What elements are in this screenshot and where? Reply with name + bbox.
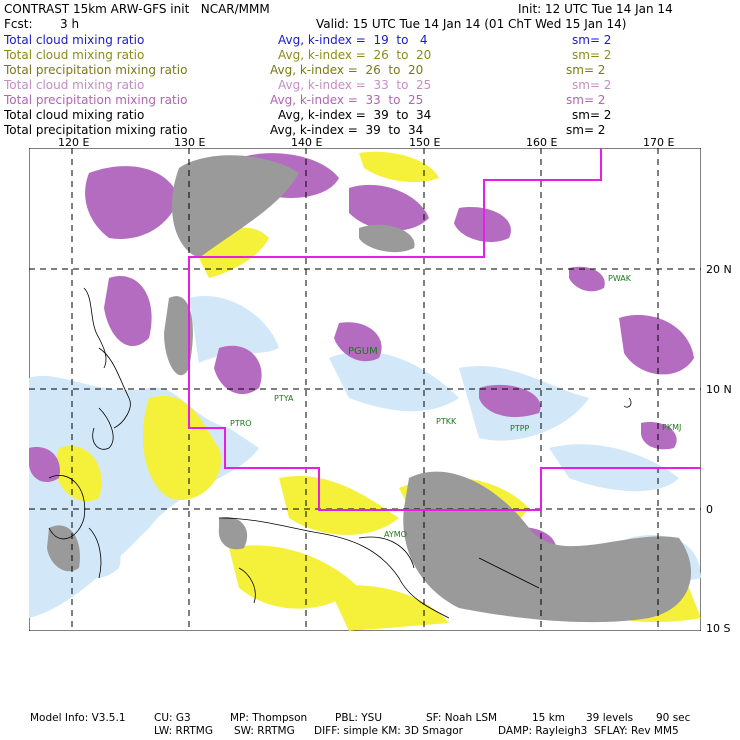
legend-name: Total cloud mixing ratio <box>4 33 145 47</box>
station-label: PTKK <box>436 417 457 426</box>
lat-tick: 20 N <box>706 263 732 276</box>
legend-sm: sm= 2 <box>566 123 606 137</box>
forecast-map <box>29 148 701 631</box>
legend-sm: sm= 2 <box>566 63 606 77</box>
legend-sm: sm= 2 <box>572 108 612 122</box>
cumulus-scheme: CU: G3 <box>154 712 191 724</box>
resolution: 15 km <box>532 712 566 724</box>
station-label: PWAK <box>608 274 632 283</box>
shortwave-scheme: SW: RRTMG <box>234 725 295 737</box>
model-version: Model Info: V3.5.1 <box>30 712 126 724</box>
surface-scheme: SF: Noah LSM <box>426 712 498 724</box>
diffusion-scheme: DIFF: simple KM: 3D Smagor <box>314 725 463 737</box>
legend-range: Avg, k-index = 33 to 25 <box>278 78 432 92</box>
station-label: PTYA <box>274 394 294 403</box>
legend-name: Total cloud mixing ratio <box>4 78 145 92</box>
station-label: PTRO <box>230 419 252 428</box>
legend-sm: sm= 2 <box>572 33 612 47</box>
plot-title: CONTRAST 15km ARW-GFS init NCAR/MMM <box>4 2 270 16</box>
lat-tick: 10 N <box>706 383 732 396</box>
legend-sm: sm= 2 <box>572 78 612 92</box>
pbl-scheme: PBL: YSU <box>335 712 383 724</box>
legend-name: Total cloud mixing ratio <box>4 48 145 62</box>
damping-scheme: DAMP: Rayleigh3 <box>498 725 588 737</box>
longwave-scheme: LW: RRTMG <box>154 725 213 737</box>
station-label: PTPP <box>510 424 530 433</box>
legend-range: Avg, k-index = 33 to 25 <box>270 93 424 107</box>
init-time: Init: 12 UTC Tue 14 Jan 14 <box>518 2 673 16</box>
legend-sm: sm= 2 <box>566 93 606 107</box>
lat-tick: 10 S <box>706 622 731 635</box>
microphysics-scheme: MP: Thompson <box>230 712 308 724</box>
valid-time: Valid: 15 UTC Tue 14 Jan 14 (01 ChT Wed … <box>316 17 627 31</box>
vertical-levels: 39 levels <box>586 712 634 724</box>
legend-name: Total precipitation mixing ratio <box>4 93 188 107</box>
forecast-value: 3 h <box>60 17 80 31</box>
legend-name: Total cloud mixing ratio <box>4 108 145 122</box>
station-label: AYMO <box>384 530 407 539</box>
station-label: PKMJ <box>662 423 682 432</box>
legend-range: Avg, k-index = 39 to 34 <box>278 108 432 122</box>
legend-range: Avg, k-index = 26 to 20 <box>270 63 424 77</box>
legend-range: Avg, k-index = 26 to 20 <box>278 48 432 62</box>
legend-sm: sm= 2 <box>572 48 612 62</box>
forecast-label: Fcst: <box>4 17 33 31</box>
legend-name: Total precipitation mixing ratio <box>4 63 188 77</box>
legend-range: Avg, k-index = 39 to 34 <box>270 123 424 137</box>
surface-layer-scheme: SFLAY: Rev MM5 <box>594 725 679 737</box>
legend-name: Total precipitation mixing ratio <box>4 123 188 137</box>
station-label: PGUM <box>348 346 378 357</box>
time-step: 90 sec <box>656 712 691 724</box>
legend-range: Avg, k-index = 19 to 4 <box>278 33 428 47</box>
lat-tick: 0 <box>706 503 713 516</box>
